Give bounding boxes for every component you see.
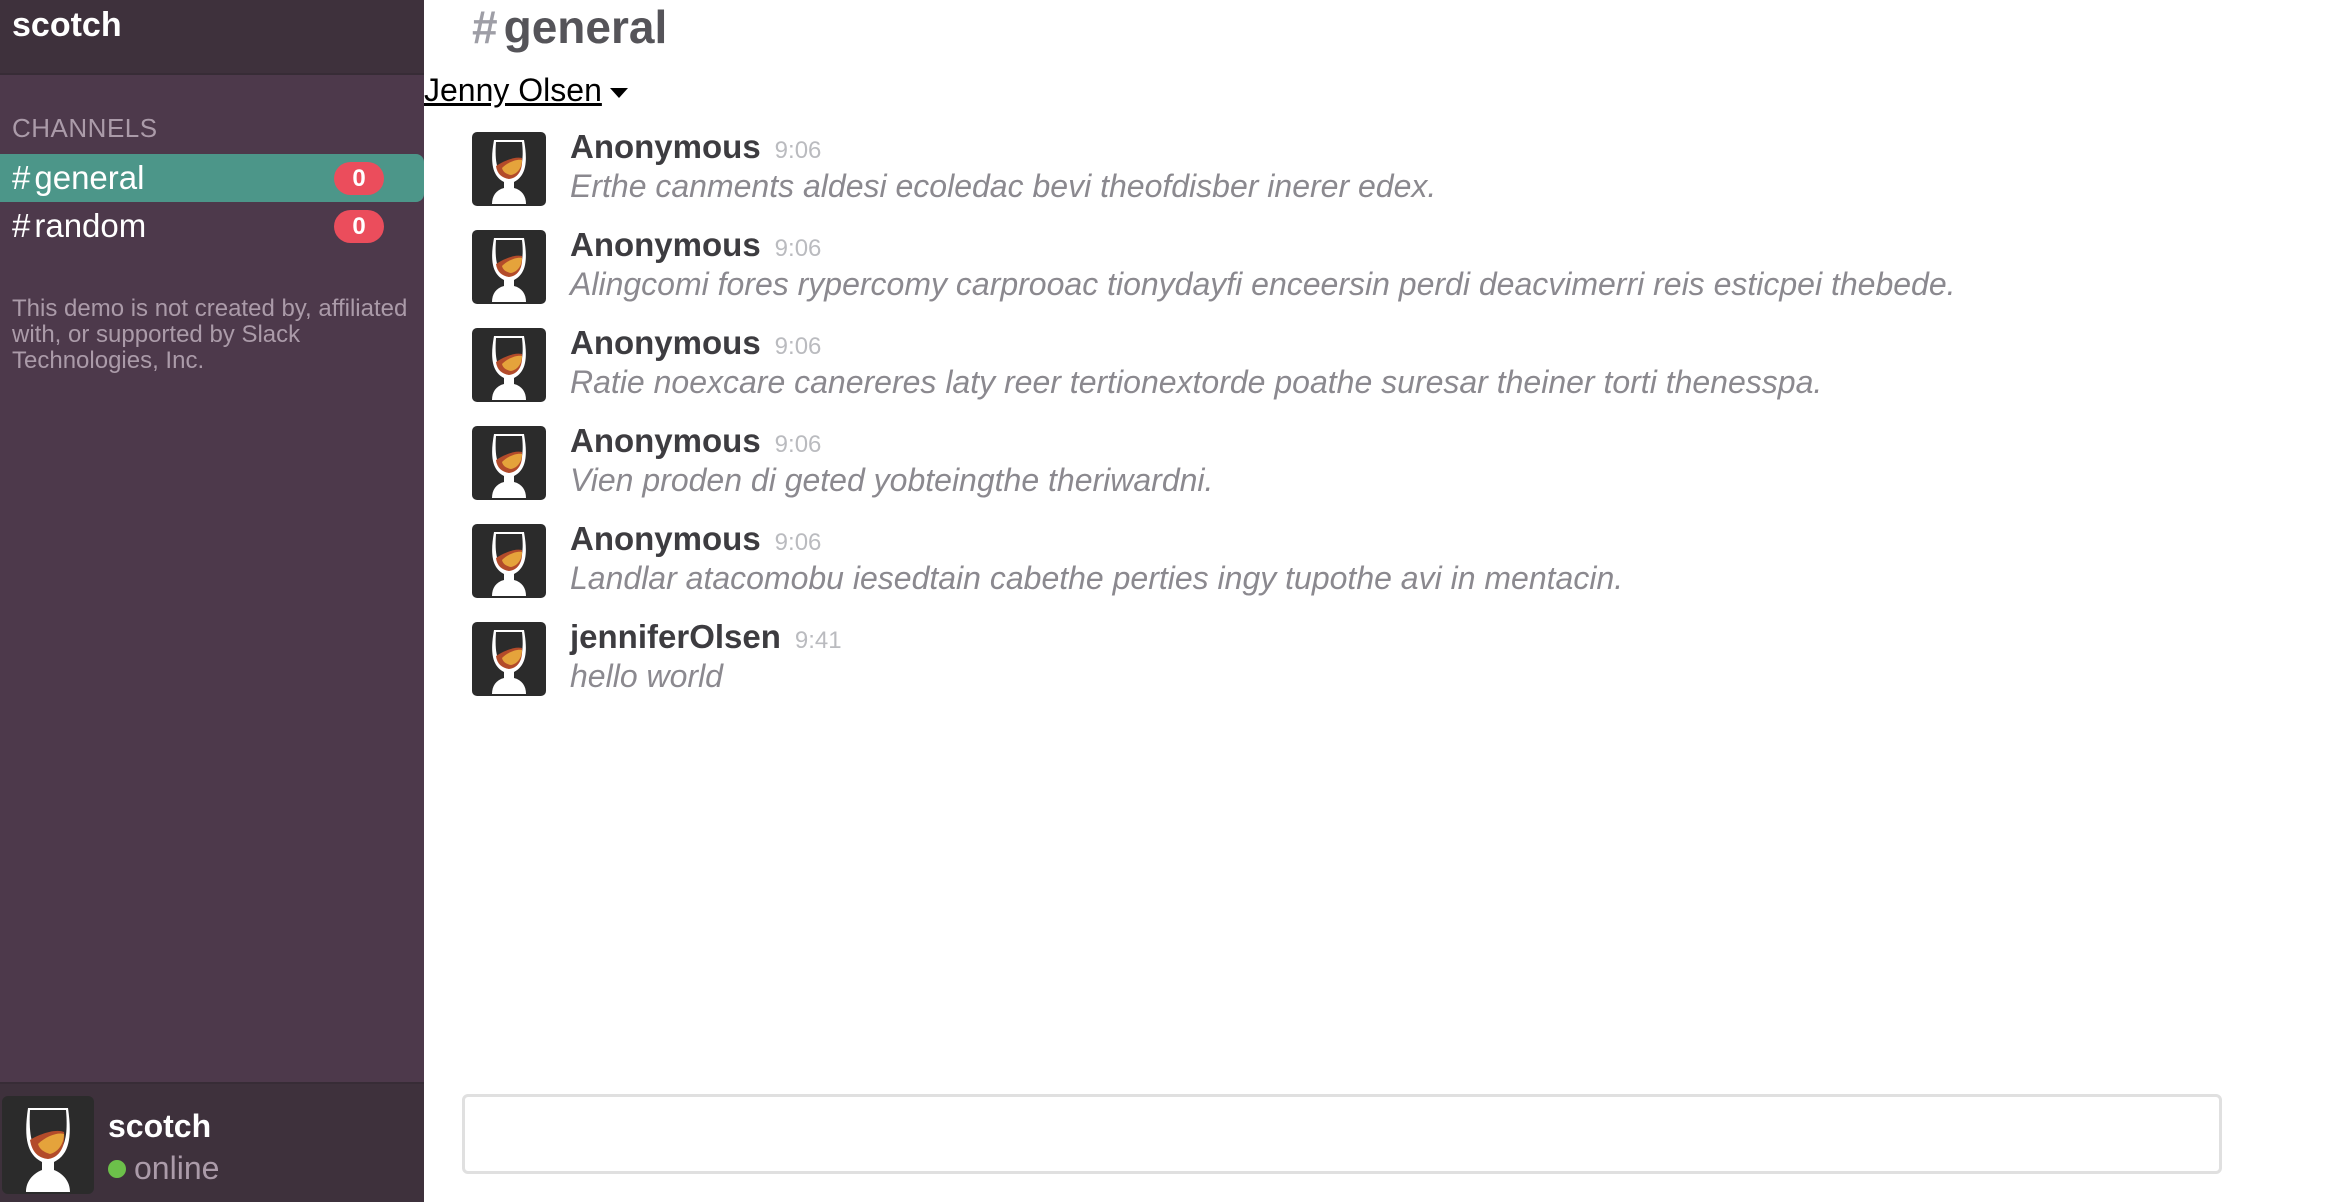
- channel-list: # general 0 # random 0: [0, 154, 424, 250]
- message-composer: [462, 1094, 2222, 1174]
- message-header: Anonymous 9:06: [570, 324, 1822, 362]
- whisky-glass-icon[interactable]: [472, 524, 546, 598]
- message-list: Anonymous 9:06 Erthe canments aldesi eco…: [472, 128, 2272, 716]
- channel-title: # general: [472, 0, 667, 54]
- team-name[interactable]: scotch: [12, 6, 412, 45]
- whisky-glass-icon[interactable]: [472, 426, 546, 500]
- message-item: Anonymous 9:06 Landlar atacomobu iesedta…: [472, 520, 2272, 618]
- current-username: scotch: [108, 1108, 212, 1144]
- message-text: Landlar atacomobu iesedtain cabethe pert…: [570, 560, 1624, 596]
- message-item: jenniferOlsen 9:41 hello world: [472, 618, 2272, 716]
- channel-item-general[interactable]: # general 0: [0, 154, 424, 202]
- message-body: Anonymous 9:06 Vien proden di geted yobt…: [570, 422, 1213, 499]
- message-header: Anonymous 9:06: [570, 422, 1213, 460]
- main-panel: # general Jenny Olsen Anonymous 9:06 Erth…: [424, 0, 2334, 1202]
- user-menu-label: Jenny Olsen: [424, 72, 602, 108]
- channel-hash: #: [12, 159, 31, 196]
- whisky-glass-icon[interactable]: [472, 132, 546, 206]
- message-header: jenniferOlsen 9:41: [570, 618, 842, 656]
- message-body: Anonymous 9:06 Landlar atacomobu iesedta…: [570, 520, 1623, 597]
- channel-hash: #: [12, 207, 31, 244]
- message-timestamp[interactable]: 9:06: [775, 431, 822, 459]
- message-text: Alingcomi fores rypercomy carprooac tion…: [570, 266, 1956, 302]
- whisky-glass-icon[interactable]: [472, 230, 546, 304]
- message-text: hello world: [570, 658, 723, 694]
- message-text: Erthe canments aldesi ecoledac bevi theo…: [570, 168, 1437, 204]
- message-author[interactable]: Anonymous: [570, 128, 761, 166]
- message-body: Anonymous 9:06 Alingcomi fores rypercomy…: [570, 226, 1956, 303]
- presence-status: online: [108, 1150, 219, 1187]
- message-header: Anonymous 9:06: [570, 128, 1436, 166]
- message-header: Anonymous 9:06: [570, 520, 1623, 558]
- message-author[interactable]: jenniferOlsen: [570, 618, 781, 656]
- user-footer: scotch online: [0, 1082, 424, 1202]
- message-author[interactable]: Anonymous: [570, 324, 761, 362]
- message-timestamp[interactable]: 9:06: [775, 333, 822, 361]
- message-item: Anonymous 9:06 Vien proden di geted yobt…: [472, 422, 2272, 520]
- unread-badge: 0: [334, 162, 384, 195]
- online-dot-icon: [108, 1159, 126, 1178]
- channel-label: general: [34, 159, 145, 196]
- user-menu-dropdown[interactable]: Jenny Olsen: [424, 72, 628, 109]
- team-header: scotch: [0, 0, 424, 75]
- disclaimer-text: This demo is not created by, affiliated …: [12, 295, 408, 374]
- whisky-glass-icon[interactable]: [2, 1096, 94, 1194]
- unread-badge: 0: [334, 210, 384, 243]
- channel-title-name: general: [503, 1, 668, 53]
- channel-item-random[interactable]: # random 0: [0, 202, 424, 250]
- channel-label: random: [34, 207, 147, 244]
- message-timestamp[interactable]: 9:06: [775, 529, 822, 557]
- sidebar: scotch CHANNELS # general 0 # random 0 Thi…: [0, 0, 424, 1202]
- message-timestamp[interactable]: 9:41: [795, 627, 842, 655]
- message-text: Ratie noexcare canereres laty reer terti…: [570, 364, 1823, 400]
- chevron-down-icon: [609, 87, 628, 98]
- message-input[interactable]: [465, 1097, 2219, 1171]
- message-text: Vien proden di geted yobteingthe theriwa…: [570, 462, 1214, 498]
- message-author[interactable]: Anonymous: [570, 520, 761, 558]
- message-timestamp[interactable]: 9:06: [775, 235, 822, 263]
- message-header: Anonymous 9:06: [570, 226, 1956, 264]
- message-body: Anonymous 9:06 Erthe canments aldesi eco…: [570, 128, 1436, 205]
- message-author[interactable]: Anonymous: [570, 422, 761, 460]
- message-item: Anonymous 9:06 Ratie noexcare canereres …: [472, 324, 2272, 422]
- message-body: Anonymous 9:06 Ratie noexcare canereres …: [570, 324, 1822, 401]
- whisky-glass-icon[interactable]: [472, 622, 546, 696]
- status-label: online: [134, 1150, 220, 1186]
- channels-heading: CHANNELS: [12, 113, 158, 143]
- message-body: jenniferOlsen 9:41 hello world: [570, 618, 842, 695]
- message-timestamp[interactable]: 9:06: [775, 137, 822, 165]
- message-item: Anonymous 9:06 Alingcomi fores rypercomy…: [472, 226, 2272, 324]
- whisky-glass-icon[interactable]: [472, 328, 546, 402]
- channel-title-hash: #: [472, 1, 498, 53]
- message-author[interactable]: Anonymous: [570, 226, 761, 264]
- message-item: Anonymous 9:06 Erthe canments aldesi eco…: [472, 128, 2272, 226]
